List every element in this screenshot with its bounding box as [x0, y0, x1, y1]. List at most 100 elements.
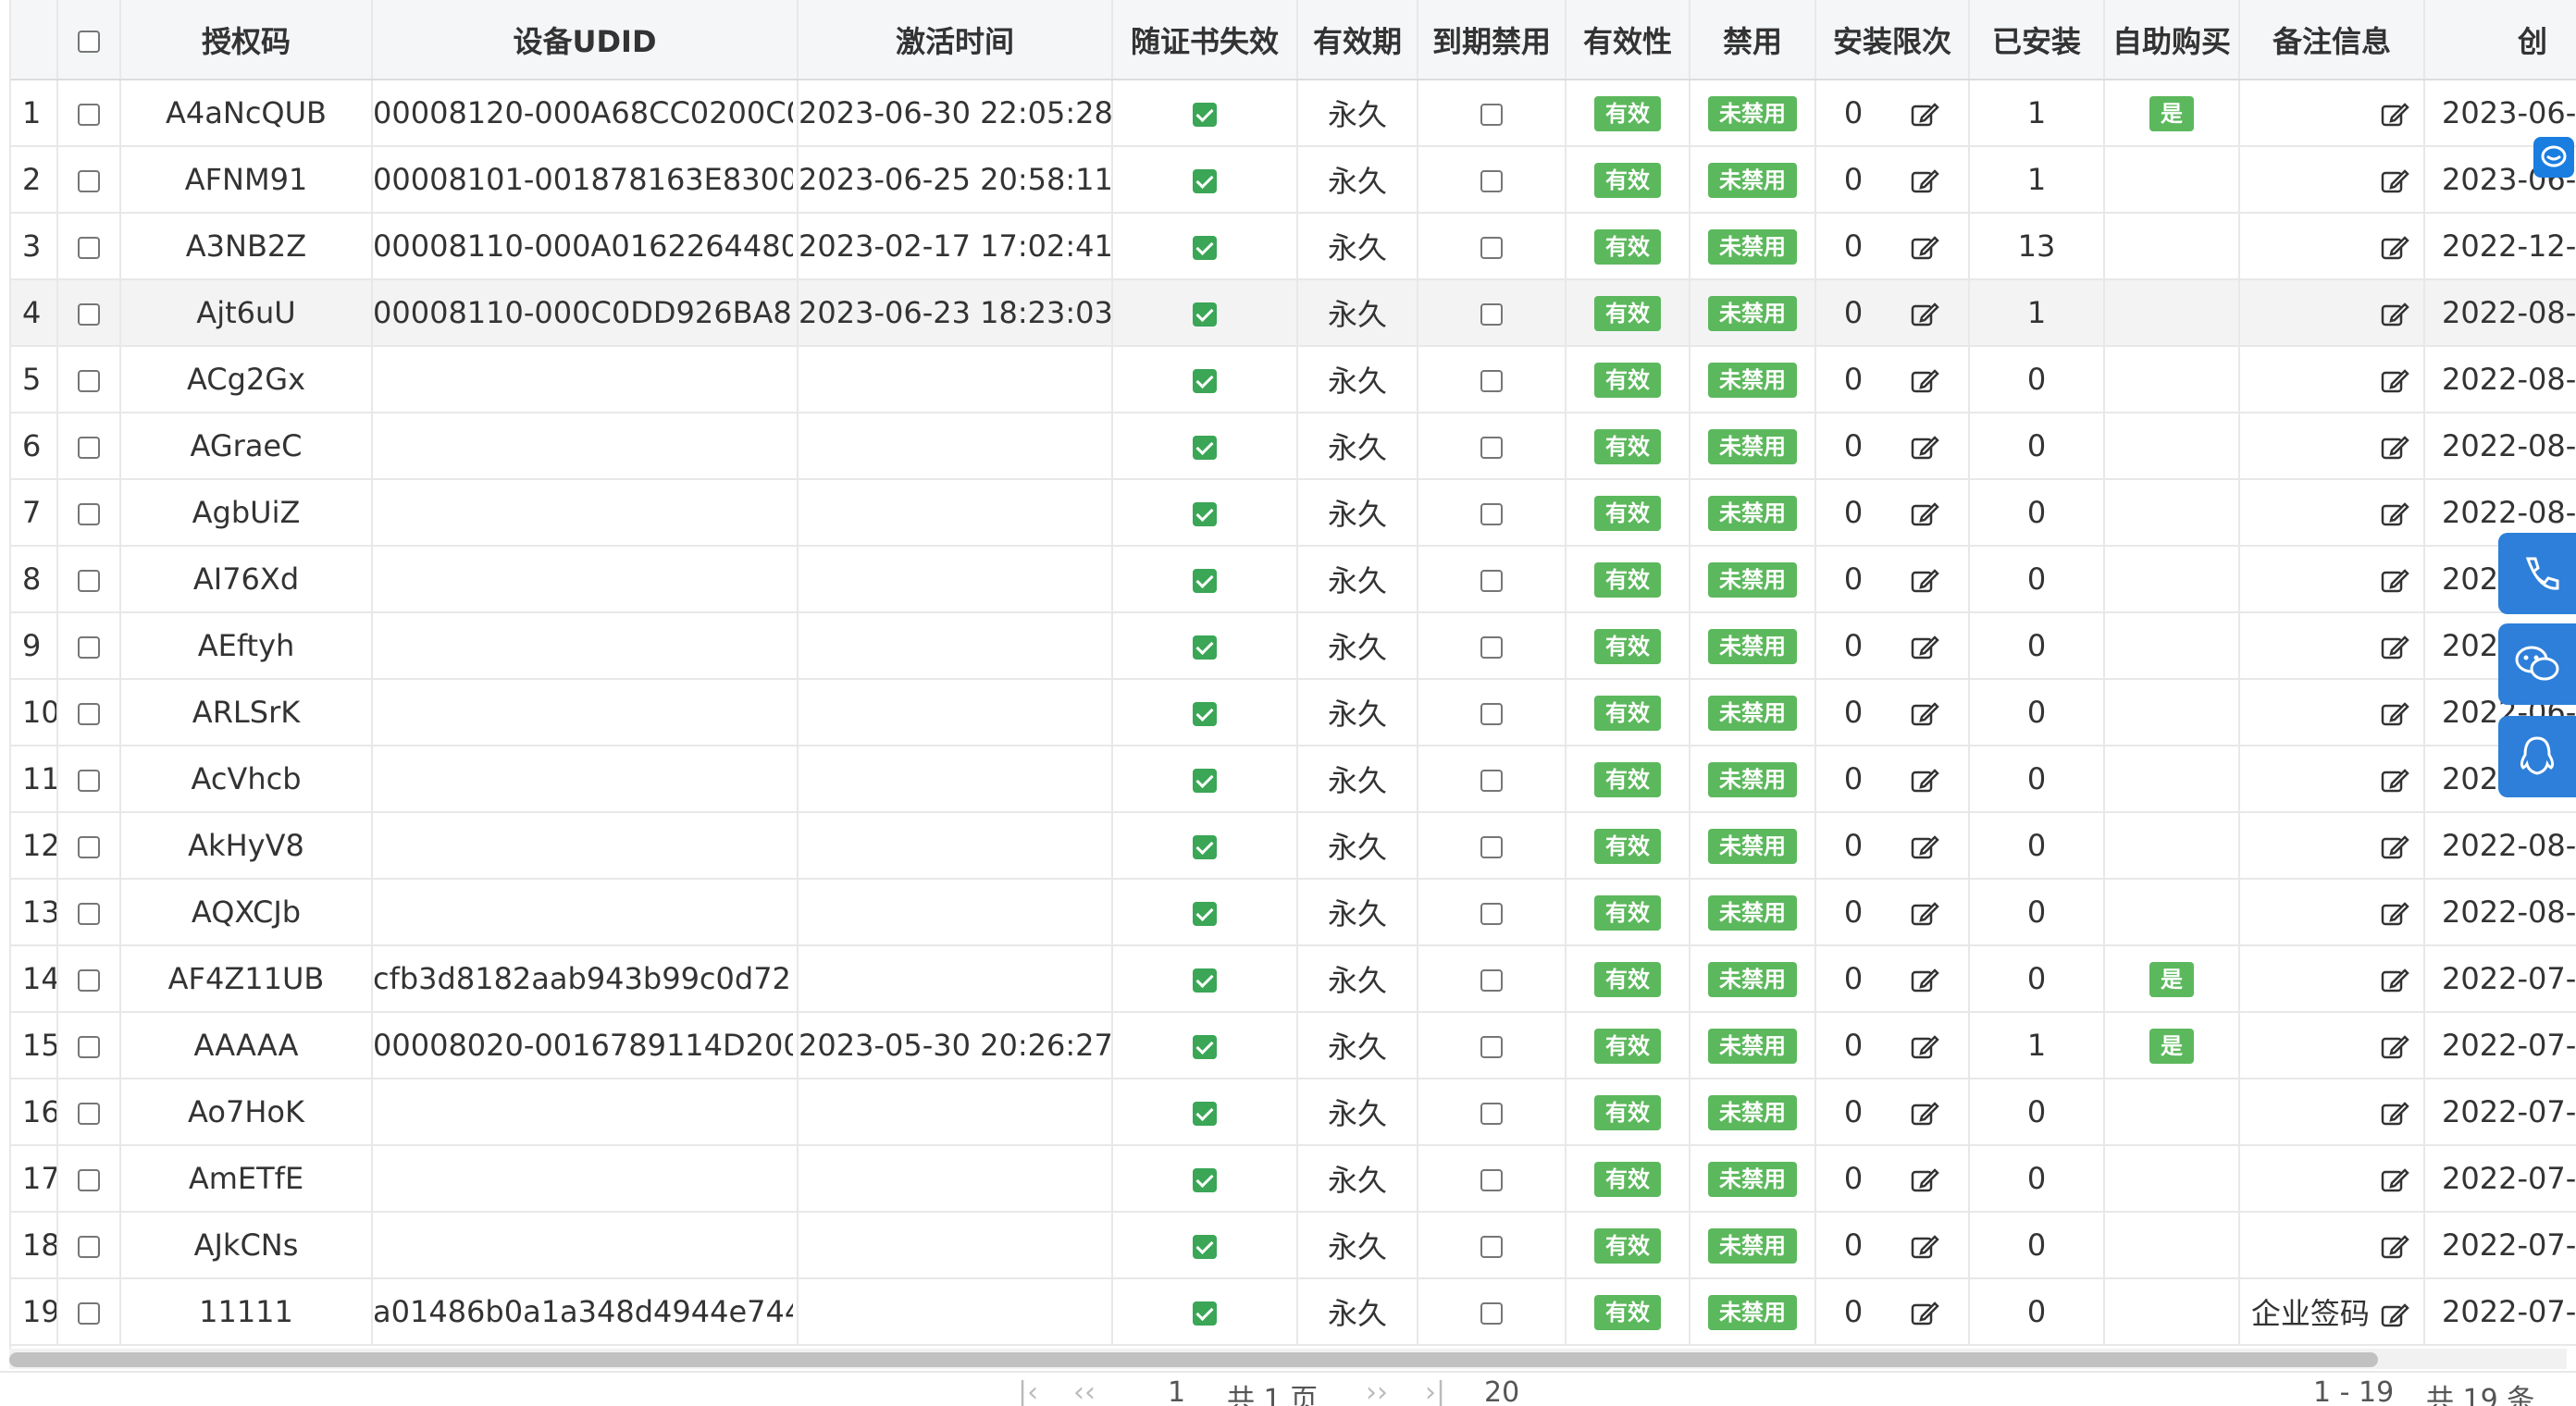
table-row[interactable]: 14 AF4Z11UBcfb3d8182aab943b99c0d7267dc 永久 有… — [11, 945, 2576, 1013]
table-row[interactable]: 5 ACg2Gx 永久 有效 未禁用 0 0 2022-08- — [11, 346, 2576, 413]
header-code[interactable]: 授权码 — [120, 0, 373, 80]
cert-invalid-checkbox[interactable] — [1193, 1235, 1217, 1259]
row-checkbox[interactable] — [78, 903, 100, 925]
expire-disable-cell[interactable] — [1418, 746, 1567, 813]
cert-invalid-checkbox[interactable] — [1193, 702, 1217, 726]
row-checkbox[interactable] — [78, 969, 100, 992]
edit-icon[interactable] — [2379, 561, 2410, 597]
edit-icon[interactable] — [2379, 695, 2410, 730]
edit-icon[interactable] — [2379, 1028, 2410, 1063]
expire-disable-cell[interactable] — [1418, 879, 1567, 946]
table-row[interactable]: 1 A4aNcQUB00008120-000A68CC0200C01E2023-0… — [11, 80, 2576, 147]
disable-cell[interactable]: 未禁用 — [1690, 213, 1816, 280]
expire-disable-cell[interactable] — [1418, 1212, 1567, 1279]
cert-invalid-checkbox[interactable] — [1193, 902, 1217, 926]
table-row[interactable]: 18 AJkCNs 永久 有效 未禁用 0 0 2022-07- — [11, 1212, 2576, 1279]
disable-cell[interactable]: 未禁用 — [1690, 945, 1816, 1013]
cert-invalid-cell[interactable] — [1112, 346, 1298, 413]
row-select-cell[interactable] — [57, 1079, 121, 1146]
edit-icon[interactable] — [1909, 495, 1940, 530]
row-checkbox[interactable] — [78, 437, 100, 459]
table-row[interactable]: 4 Ajt6uU00008110-000C0DD926BA801E2023-06-… — [11, 279, 2576, 347]
expire-disable-checkbox[interactable] — [1480, 770, 1503, 792]
disable-badge[interactable]: 未禁用 — [1708, 429, 1797, 464]
cert-invalid-cell[interactable] — [1112, 80, 1298, 147]
expire-disable-checkbox[interactable] — [1480, 370, 1503, 392]
cert-invalid-cell[interactable] — [1112, 413, 1298, 480]
cert-invalid-cell[interactable] — [1112, 146, 1298, 214]
wechat-icon[interactable] — [2498, 623, 2576, 705]
header-expire-disable[interactable]: 到期禁用 — [1418, 0, 1567, 80]
cert-invalid-checkbox[interactable] — [1193, 302, 1217, 327]
row-select-cell[interactable] — [57, 879, 121, 946]
edit-icon[interactable] — [2379, 1296, 2410, 1331]
disable-badge[interactable]: 未禁用 — [1708, 296, 1797, 331]
disable-cell[interactable]: 未禁用 — [1690, 879, 1816, 946]
select-all-checkbox[interactable] — [78, 30, 100, 53]
expire-disable-cell[interactable] — [1418, 1079, 1567, 1146]
expire-disable-cell[interactable] — [1418, 945, 1567, 1013]
cert-invalid-cell[interactable] — [1112, 945, 1298, 1013]
row-select-cell[interactable] — [57, 479, 121, 547]
edit-icon[interactable] — [1909, 1227, 1940, 1263]
expire-disable-cell[interactable] — [1418, 612, 1567, 680]
next-page-icon[interactable]: ›› — [1366, 1376, 1388, 1406]
expire-disable-cell[interactable] — [1418, 679, 1567, 746]
edit-icon[interactable] — [1909, 894, 1940, 930]
row-checkbox[interactable] — [78, 636, 100, 659]
edit-icon[interactable] — [1909, 695, 1940, 730]
disable-cell[interactable]: 未禁用 — [1690, 612, 1816, 680]
expire-disable-cell[interactable] — [1418, 213, 1567, 280]
row-checkbox[interactable] — [78, 570, 100, 592]
row-checkbox[interactable] — [78, 237, 100, 259]
disable-badge[interactable]: 未禁用 — [1708, 895, 1797, 931]
disable-cell[interactable]: 未禁用 — [1690, 1012, 1816, 1079]
cert-invalid-checkbox[interactable] — [1193, 968, 1217, 993]
phone-icon[interactable] — [2498, 533, 2576, 614]
expire-disable-checkbox[interactable] — [1480, 570, 1503, 592]
cert-invalid-checkbox[interactable] — [1193, 635, 1217, 660]
expire-disable-cell[interactable] — [1418, 346, 1567, 413]
expire-disable-checkbox[interactable] — [1480, 836, 1503, 858]
edit-icon[interactable] — [2379, 362, 2410, 397]
expire-disable-checkbox[interactable] — [1480, 1103, 1503, 1125]
disable-badge[interactable]: 未禁用 — [1708, 96, 1797, 131]
row-select-cell[interactable] — [57, 679, 121, 746]
row-select-cell[interactable] — [57, 146, 121, 214]
table-row[interactable]: 11 AcVhcb 永久 有效 未禁用 0 0 2022 — [11, 746, 2576, 813]
row-checkbox[interactable] — [78, 503, 100, 525]
edit-icon[interactable] — [2379, 961, 2410, 996]
row-select-cell[interactable] — [57, 213, 121, 280]
edit-icon[interactable] — [2379, 828, 2410, 863]
disable-cell[interactable]: 未禁用 — [1690, 413, 1816, 480]
header-udid[interactable]: 设备UDID — [372, 0, 799, 80]
disable-badge[interactable]: 未禁用 — [1708, 562, 1797, 598]
edit-icon[interactable] — [2379, 761, 2410, 796]
table-row[interactable]: 15 AAAAA 00008020-0016789114D2002E 2023-05-… — [11, 1012, 2576, 1079]
expire-disable-checkbox[interactable] — [1480, 1302, 1503, 1325]
cert-invalid-cell[interactable] — [1112, 679, 1298, 746]
disable-cell[interactable]: 未禁用 — [1690, 546, 1816, 613]
cert-invalid-cell[interactable] — [1112, 612, 1298, 680]
row-checkbox[interactable] — [78, 303, 100, 326]
header-installed[interactable]: 已安装 — [1969, 0, 2105, 80]
table-row[interactable]: 12 AkHyV8 永久 有效 未禁用 0 0 2022-08- — [11, 812, 2576, 880]
edit-icon[interactable] — [1909, 1161, 1940, 1196]
edit-icon[interactable] — [1909, 428, 1940, 463]
expire-disable-cell[interactable] — [1418, 279, 1567, 347]
cert-invalid-checkbox[interactable] — [1193, 502, 1217, 526]
cert-invalid-checkbox[interactable] — [1193, 835, 1217, 859]
cert-invalid-cell[interactable] — [1112, 1012, 1298, 1079]
edit-icon[interactable] — [1909, 561, 1940, 597]
row-select-cell[interactable] — [57, 80, 121, 147]
expire-disable-cell[interactable] — [1418, 1012, 1567, 1079]
header-remark[interactable]: 备注信息 — [2239, 0, 2425, 80]
disable-badge[interactable]: 未禁用 — [1708, 829, 1797, 864]
row-checkbox[interactable] — [78, 836, 100, 858]
disable-badge[interactable]: 未禁用 — [1708, 1228, 1797, 1264]
cert-invalid-checkbox[interactable] — [1193, 1301, 1217, 1326]
expire-disable-checkbox[interactable] — [1480, 503, 1503, 525]
disable-badge[interactable]: 未禁用 — [1708, 163, 1797, 198]
cert-invalid-checkbox[interactable] — [1193, 1168, 1217, 1192]
disable-cell[interactable]: 未禁用 — [1690, 279, 1816, 347]
